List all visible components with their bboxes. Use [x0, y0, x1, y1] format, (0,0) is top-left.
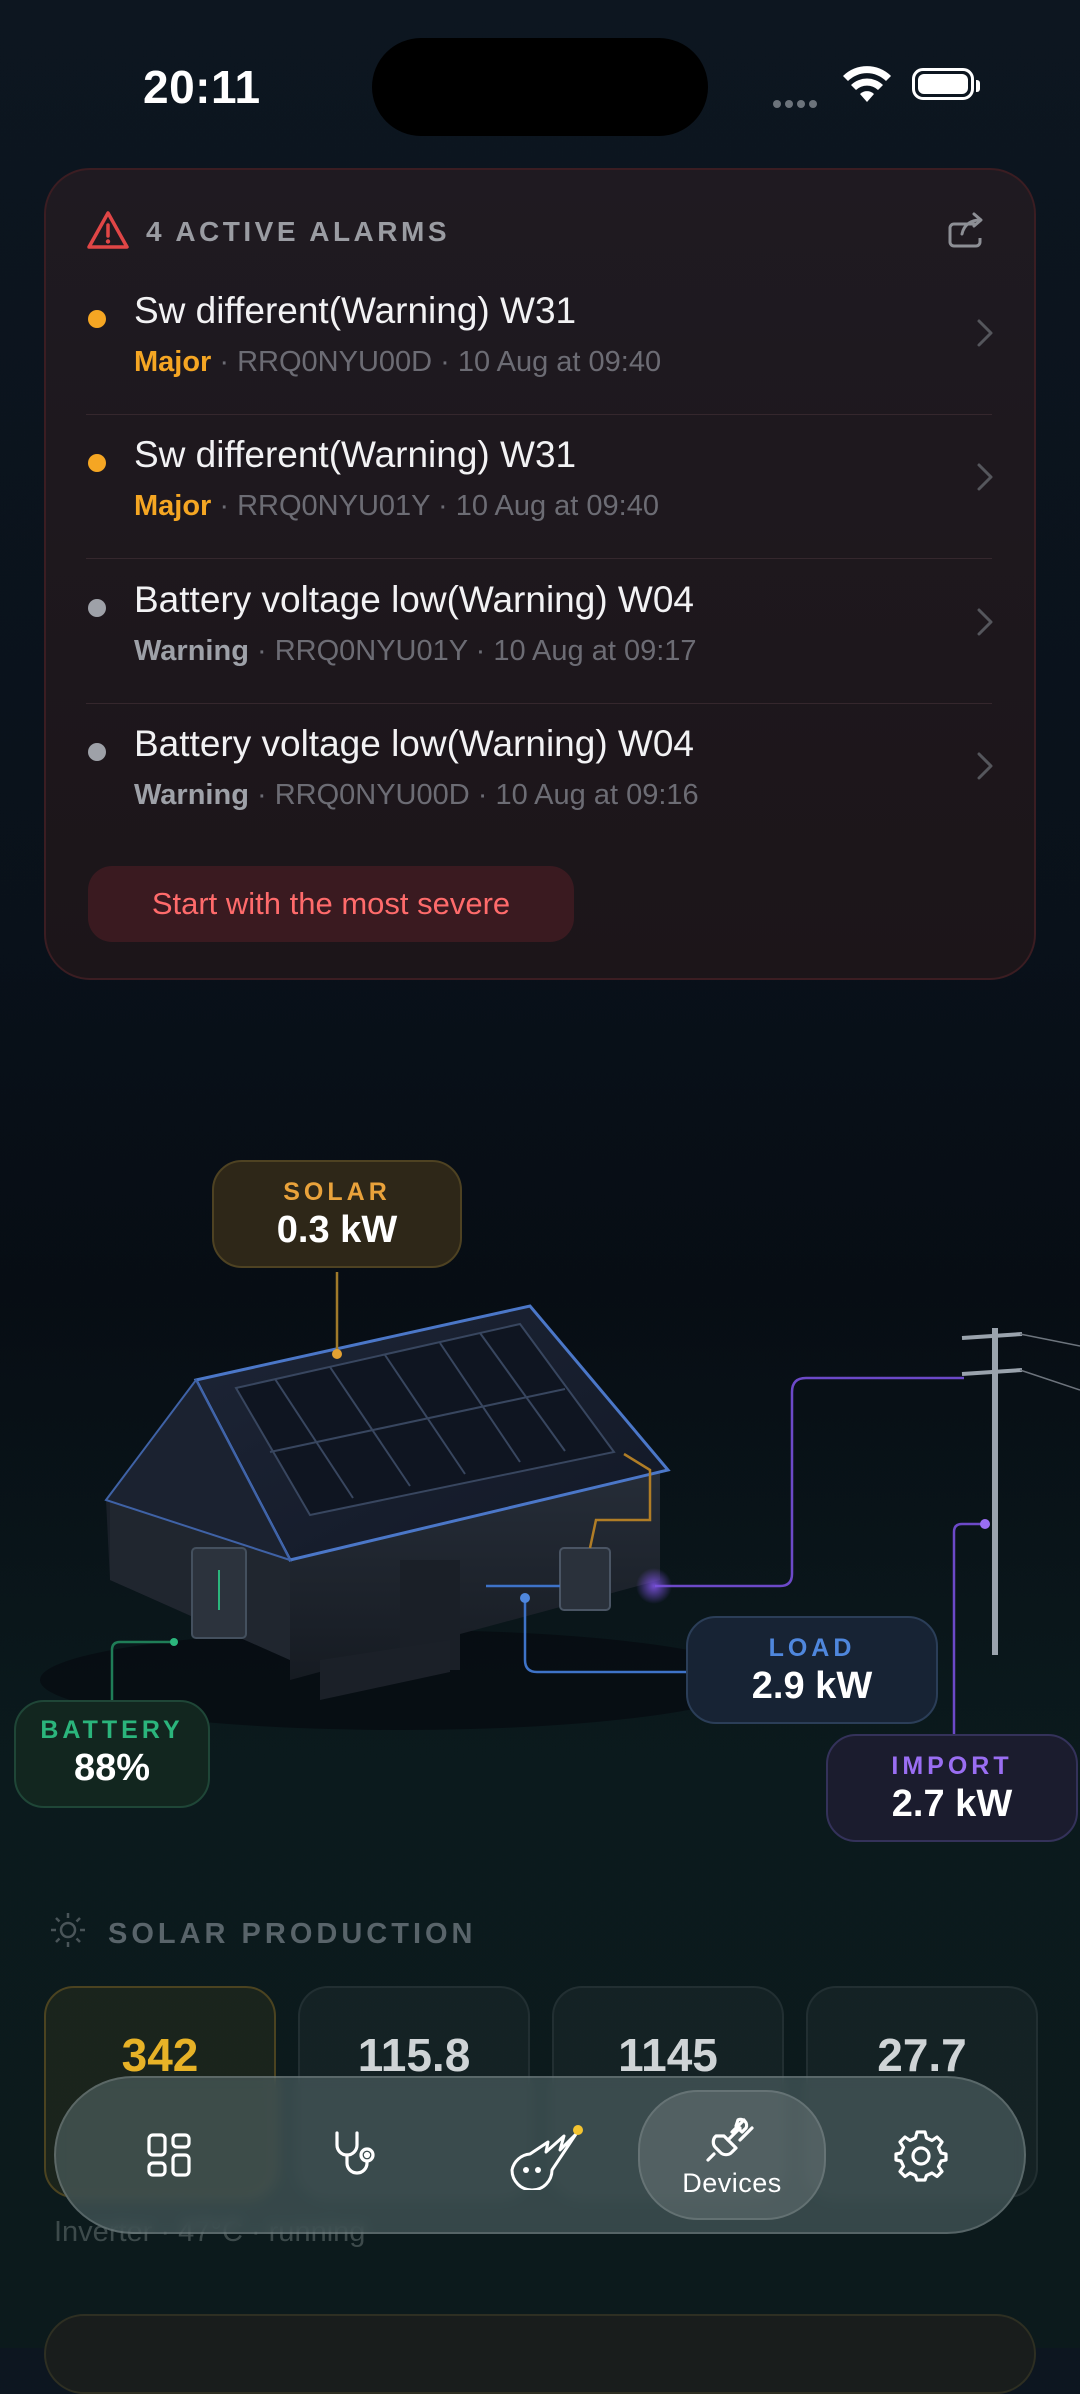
comet-mascot-icon — [510, 2125, 583, 2190]
share-icon[interactable] — [946, 210, 988, 255]
severity-dot — [88, 454, 106, 472]
tab-bar: Devices — [54, 2076, 1026, 2234]
tab-devices-label: Devices — [682, 2167, 782, 2198]
alarm-meta: Major · RRQ0NYU00D · 10 Aug at 09:40 — [134, 346, 661, 379]
import-tag[interactable]: IMPORT 2.7 kW — [826, 1734, 1078, 1842]
alarm-details: · RRQ0NYU01Y · 10 Aug at 09:40 — [211, 490, 659, 522]
alarm-row[interactable]: Sw different(Warning) W31 Major · RRQ0NYU… — [86, 420, 994, 562]
start-most-severe-button[interactable]: Start with the most severe — [88, 866, 574, 942]
stat-value: 27.7 — [877, 2029, 967, 2081]
battery-label: BATTERY — [40, 1716, 184, 1744]
alarm-row[interactable]: Sw different(Warning) W31 Major · RRQ0NYU… — [86, 276, 994, 418]
tab-dashboard[interactable] — [114, 2078, 224, 2232]
cellular-signal-icon — [773, 95, 821, 113]
chevron-right-icon — [976, 607, 994, 642]
alarm-title: Battery voltage low(Warning) W04 — [134, 723, 695, 764]
alarm-meta: Major · RRQ0NYU01Y · 10 Aug at 09:40 — [134, 490, 659, 523]
alarm-row[interactable]: Battery voltage low(Warning) W04 Warning … — [86, 709, 994, 851]
gear-icon — [894, 2130, 948, 2182]
warning-triangle-icon — [86, 210, 130, 255]
plug-icon — [706, 2117, 754, 2162]
solar-value: 0.3 kW — [276, 1209, 398, 1251]
alarm-details: · RRQ0NYU01Y · 10 Aug at 09:17 — [248, 635, 697, 667]
dynamic-island — [372, 38, 708, 136]
alarm-divider — [86, 414, 992, 415]
solar-production-title: SOLAR PRODUCTION — [108, 1918, 477, 1950]
tab-devices[interactable]: Devices — [638, 2090, 826, 2220]
alarm-severity: Major — [134, 346, 212, 378]
severity-dot — [88, 743, 106, 761]
solar-label: SOLAR — [283, 1178, 391, 1206]
battery-value: 88% — [73, 1747, 151, 1789]
import-flow-line — [952, 1522, 984, 1734]
load-tag[interactable]: LOAD 2.9 kW — [686, 1616, 938, 1724]
load-value: 2.9 kW — [751, 1665, 873, 1707]
chevron-right-icon — [976, 751, 994, 786]
battery-tag[interactable]: BATTERY 88% — [14, 1700, 210, 1808]
tab-settings[interactable] — [866, 2078, 976, 2232]
stat-value: 342 — [121, 2029, 199, 2081]
chevron-right-icon — [976, 462, 994, 497]
alarm-row[interactable]: Battery voltage low(Warning) W04 Warning … — [86, 565, 994, 707]
tab-diagnostics[interactable] — [300, 2078, 410, 2232]
chevron-right-icon — [976, 318, 994, 353]
alarm-severity: Warning — [134, 635, 249, 667]
grid-icon — [147, 2133, 191, 2177]
alarm-meta: Warning · RRQ0NYU00D · 10 Aug at 09:16 — [134, 779, 699, 812]
alarm-title: Sw different(Warning) W31 — [134, 290, 577, 331]
alarm-divider — [86, 558, 992, 559]
import-label: IMPORT — [891, 1752, 1013, 1780]
next-card — [44, 2314, 1036, 2394]
stethoscope-icon — [335, 2131, 375, 2175]
alarm-title: Battery voltage low(Warning) W04 — [134, 579, 695, 620]
alarm-details: · RRQ0NYU00D · 10 Aug at 09:16 — [248, 779, 699, 811]
solar-tag[interactable]: SOLAR 0.3 kW — [212, 1160, 462, 1268]
stat-value: 115.8 — [357, 2029, 471, 2081]
solar-sun-icon — [48, 1910, 88, 1955]
alarm-severity: Major — [134, 490, 212, 522]
alarms-title: 4 ACTIVE ALARMS — [146, 216, 450, 247]
import-value: 2.7 kW — [891, 1783, 1013, 1825]
tab-assistant[interactable] — [476, 2078, 616, 2232]
wifi-icon — [842, 66, 892, 109]
inverter-box — [559, 1547, 611, 1611]
load-label: LOAD — [768, 1634, 856, 1662]
battery-icon — [912, 68, 980, 100]
utility-pole — [961, 1328, 1080, 1655]
grid-flow-line — [655, 1376, 964, 1588]
alarm-details: · RRQ0NYU00D · 10 Aug at 09:40 — [211, 346, 662, 378]
severity-dot — [88, 599, 106, 617]
status-time: 20:11 — [143, 61, 261, 113]
alarm-meta: Warning · RRQ0NYU01Y · 10 Aug at 09:17 — [134, 635, 697, 668]
alarm-severity: Warning — [134, 779, 249, 811]
alarm-divider — [86, 703, 992, 704]
severity-dot — [88, 310, 106, 328]
stat-value: 1145 — [618, 2029, 718, 2081]
alarm-title: Sw different(Warning) W31 — [134, 434, 577, 475]
